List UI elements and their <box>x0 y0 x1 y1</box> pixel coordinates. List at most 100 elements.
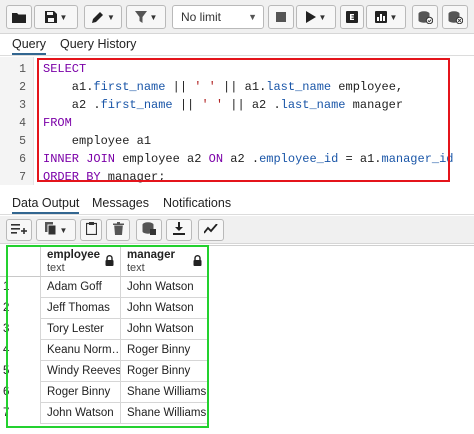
filter-icon <box>134 11 147 23</box>
code-line: a1.first_name || ' ' || a1.last_name emp… <box>43 80 404 94</box>
cell-manager[interactable]: Roger Binny <box>121 361 209 382</box>
query-tabs: Query Query History <box>0 34 474 56</box>
cell-manager[interactable]: Shane Williams <box>121 382 209 403</box>
line-number: 5 <box>19 135 26 148</box>
table-row[interactable]: 1 Adam Goff John Watson <box>0 277 209 298</box>
output-toolbar: ▼ <box>0 216 474 244</box>
row-number-header <box>0 245 41 277</box>
lock-icon <box>105 255 114 269</box>
chevron-down-icon: ▼ <box>248 12 257 22</box>
download-button[interactable] <box>166 219 192 241</box>
column-header-employee[interactable]: employee text <box>41 245 121 277</box>
stop-button[interactable] <box>268 5 294 29</box>
stop-icon <box>276 12 286 22</box>
cell-employee[interactable]: John Watson <box>41 403 121 424</box>
row-number: 2 <box>0 298 41 319</box>
cell-employee[interactable]: Roger Binny <box>41 382 121 403</box>
graph-visualiser-button[interactable] <box>198 219 224 241</box>
row-number: 6 <box>0 382 41 403</box>
table-row[interactable]: 7 John Watson Shane Williams <box>0 403 209 424</box>
line-number: 2 <box>19 81 26 94</box>
row-number: 7 <box>0 403 41 424</box>
copy-icon <box>44 222 57 238</box>
row-number: 1 <box>0 277 41 298</box>
output-tabs: Data Output Messages Notifications <box>0 193 474 215</box>
cell-employee[interactable]: Tory Lester <box>41 319 121 340</box>
line-number: 4 <box>19 117 26 130</box>
tab-messages[interactable]: Messages <box>92 196 149 214</box>
cell-manager[interactable]: John Watson <box>121 319 209 340</box>
row-number: 5 <box>0 361 41 382</box>
copy-button[interactable]: ▼ <box>36 219 76 241</box>
column-name: employee <box>47 249 101 261</box>
tab-data-output[interactable]: Data Output <box>12 196 80 214</box>
save-data-button[interactable] <box>136 219 162 241</box>
open-file-button[interactable] <box>6 5 32 29</box>
chevron-down-icon: ▼ <box>59 12 68 22</box>
chevron-down-icon: ▼ <box>107 12 115 22</box>
filter-button[interactable]: ▼ <box>126 5 166 29</box>
table-row[interactable]: 2 Jeff Thomas John Watson <box>0 298 209 319</box>
table-row[interactable]: 5 Windy Reeves Roger Binny <box>0 361 209 382</box>
sql-editor[interactable]: 1 2 3 4 5 6 7 SELECT a1.first_name || ' … <box>0 57 474 185</box>
code-line: INNER JOIN employee a2 ON a2 .employee_i… <box>43 152 454 166</box>
cell-employee[interactable]: Jeff Thomas <box>41 298 121 319</box>
tab-notifications[interactable]: Notifications <box>163 196 231 214</box>
chevron-down-icon: ▼ <box>59 225 68 235</box>
line-chart-icon <box>203 223 218 237</box>
folder-icon <box>12 11 26 23</box>
cell-manager[interactable]: John Watson <box>121 298 209 319</box>
table-row[interactable]: 6 Roger Binny Shane Williams <box>0 382 209 403</box>
add-row-button[interactable] <box>6 219 32 241</box>
add-row-icon <box>11 223 27 238</box>
chevron-down-icon: ▼ <box>389 12 398 22</box>
row-number: 4 <box>0 340 41 361</box>
data-output-grid: employee text manager text 1 Adam Goff J… <box>0 245 474 434</box>
paste-button[interactable] <box>80 219 102 241</box>
database-commit-icon <box>418 10 433 24</box>
execute-button[interactable]: ▼ <box>296 5 336 29</box>
sql-keyword: SELECT <box>43 62 87 76</box>
sql-keyword: FROM <box>43 116 72 130</box>
trash-icon <box>112 222 124 238</box>
column-type: text <box>47 262 65 274</box>
query-toolbar: ▼ ▼ ▼ No limit ▼ ▼ ▼ <box>0 0 474 34</box>
save-icon <box>44 11 57 23</box>
pencil-icon <box>91 11 104 24</box>
column-header-manager[interactable]: manager text <box>121 245 209 277</box>
table-row[interactable]: 3 Tory Lester John Watson <box>0 319 209 340</box>
commit-button[interactable] <box>412 5 438 29</box>
lock-icon <box>193 255 202 269</box>
database-save-icon <box>142 222 156 238</box>
cell-employee[interactable]: Adam Goff <box>41 277 121 298</box>
line-number: 6 <box>19 153 26 166</box>
table-row[interactable]: 4 Keanu Norm… Roger Binny <box>0 340 209 361</box>
sql-keyword: INNER JOIN <box>43 152 116 166</box>
cell-manager[interactable]: Roger Binny <box>121 340 209 361</box>
cell-employee[interactable]: Windy Reeves <box>41 361 121 382</box>
save-file-button[interactable]: ▼ <box>34 5 78 29</box>
tab-query-history[interactable]: Query History <box>60 37 136 55</box>
line-number: 1 <box>19 63 26 76</box>
chevron-down-icon: ▼ <box>149 12 158 22</box>
column-name: manager <box>127 249 175 261</box>
cell-manager[interactable]: John Watson <box>121 277 209 298</box>
line-number: 7 <box>19 171 26 184</box>
column-type: text <box>127 262 145 274</box>
rollback-button[interactable] <box>442 5 468 29</box>
download-icon <box>173 222 185 238</box>
edit-button[interactable]: ▼ <box>84 5 122 29</box>
code-line: ORDER BY manager; <box>43 170 166 184</box>
delete-button[interactable] <box>106 219 130 241</box>
tab-query[interactable]: Query <box>12 37 47 55</box>
chart-icon <box>374 11 387 23</box>
code-line: SELECT <box>43 62 86 76</box>
cell-employee[interactable]: Keanu Norm… <box>41 340 121 361</box>
line-number: 3 <box>19 99 26 112</box>
row-number: 3 <box>0 319 41 340</box>
cell-manager[interactable]: Shane Williams <box>121 403 209 424</box>
code-line: FROM <box>43 116 72 130</box>
explain-button[interactable] <box>340 5 364 29</box>
explain-analyze-button[interactable]: ▼ <box>366 5 406 29</box>
limit-select[interactable]: No limit ▼ <box>172 5 264 29</box>
